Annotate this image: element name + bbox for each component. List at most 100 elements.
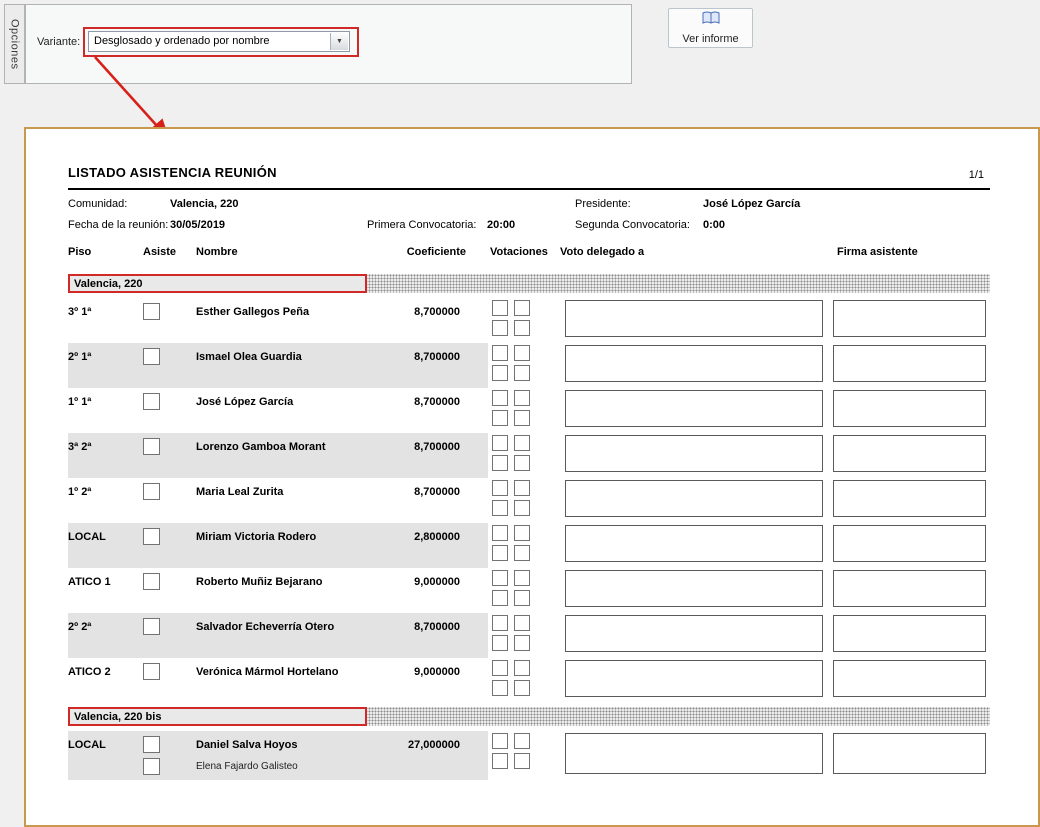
votacion-checkbox[interactable] [514, 390, 530, 406]
report-table-body: Valencia, 220 3º 1ª Esther Gallegos Peña… [68, 274, 990, 780]
votaciones-cell [492, 660, 530, 696]
variante-dropdown[interactable]: Desglosado y ordenado por nombre ▼ [88, 31, 350, 52]
voto-delegado-box[interactable] [565, 615, 823, 652]
asiste-checkbox[interactable] [143, 393, 160, 410]
firma-asistente-box[interactable] [833, 525, 986, 562]
votacion-checkbox[interactable] [492, 435, 508, 451]
options-panel: Variante: Desglosado y ordenado por nomb… [25, 4, 632, 84]
votacion-checkbox[interactable] [492, 635, 508, 651]
chevron-down-icon[interactable]: ▼ [330, 33, 348, 50]
firma-asistente-box[interactable] [833, 660, 986, 697]
votacion-checkbox[interactable] [514, 753, 530, 769]
votacion-checkbox[interactable] [514, 320, 530, 336]
votacion-checkbox[interactable] [492, 345, 508, 361]
votacion-checkbox[interactable] [492, 680, 508, 696]
votacion-checkbox[interactable] [514, 660, 530, 676]
asiste-checkbox[interactable] [143, 528, 160, 545]
piso-text: 2º 2ª [68, 621, 91, 633]
asiste-checkbox[interactable] [143, 618, 160, 635]
column-header-voto-delegado: Voto delegado a [560, 246, 644, 258]
coeficiente-text: 8,700000 [368, 351, 460, 363]
options-side-tab[interactable]: Opciones [4, 4, 25, 84]
voto-delegado-box[interactable] [565, 300, 823, 337]
piso-text: LOCAL [68, 739, 106, 751]
asiste-checkbox[interactable] [143, 348, 160, 365]
asiste-checkbox[interactable] [143, 573, 160, 590]
votacion-checkbox[interactable] [492, 570, 508, 586]
asiste-checkbox[interactable] [143, 736, 160, 753]
votacion-checkbox[interactable] [492, 320, 508, 336]
voto-delegado-box[interactable] [565, 480, 823, 517]
votacion-checkbox[interactable] [514, 733, 530, 749]
votacion-checkbox[interactable] [492, 590, 508, 606]
votacion-checkbox[interactable] [514, 680, 530, 696]
voto-delegado-box[interactable] [565, 660, 823, 697]
votacion-checkbox[interactable] [514, 500, 530, 516]
piso-text: 1º 1ª [68, 396, 91, 408]
votaciones-cell [492, 615, 530, 651]
nombre-text: Roberto Muñiz Bejarano [196, 576, 323, 588]
coeficiente-text: 9,000000 [368, 576, 460, 588]
voto-delegado-box[interactable] [565, 733, 823, 774]
votacion-checkbox[interactable] [514, 635, 530, 651]
row-shade [68, 523, 488, 568]
firma-asistente-box[interactable] [833, 435, 986, 472]
votacion-checkbox[interactable] [492, 733, 508, 749]
votacion-checkbox[interactable] [514, 545, 530, 561]
votacion-checkbox[interactable] [492, 615, 508, 631]
fecha-reunion-value: 30/05/2019 [170, 219, 225, 231]
votacion-checkbox[interactable] [514, 410, 530, 426]
book-icon [702, 11, 720, 30]
votacion-checkbox[interactable] [514, 615, 530, 631]
votacion-checkbox[interactable] [514, 455, 530, 471]
coeficiente-text: 9,000000 [368, 666, 460, 678]
votacion-checkbox[interactable] [514, 570, 530, 586]
voto-delegado-box[interactable] [565, 345, 823, 382]
votacion-checkbox[interactable] [492, 500, 508, 516]
votacion-checkbox[interactable] [514, 590, 530, 606]
voto-delegado-box[interactable] [565, 570, 823, 607]
votacion-checkbox[interactable] [492, 660, 508, 676]
votaciones-cell [492, 345, 530, 381]
firma-asistente-box[interactable] [833, 615, 986, 652]
firma-asistente-box[interactable] [833, 300, 986, 337]
votacion-checkbox[interactable] [514, 435, 530, 451]
votacion-checkbox[interactable] [514, 525, 530, 541]
column-header-coeficiente: Coeficiente [368, 246, 466, 258]
votacion-checkbox[interactable] [492, 410, 508, 426]
ver-informe-button[interactable]: Ver informe [668, 8, 753, 48]
table-row: LOCAL Daniel Salva Hoyos Elena Fajardo G… [68, 731, 990, 780]
asiste-checkbox-secondary[interactable] [143, 758, 160, 775]
votacion-checkbox[interactable] [492, 753, 508, 769]
nombre-secondary-text: Elena Fajardo Galisteo [196, 761, 298, 772]
asiste-checkbox[interactable] [143, 663, 160, 680]
piso-text: 2º 1ª [68, 351, 91, 363]
votacion-checkbox[interactable] [514, 480, 530, 496]
votacion-checkbox[interactable] [492, 455, 508, 471]
voto-delegado-box[interactable] [565, 435, 823, 472]
firma-asistente-box[interactable] [833, 390, 986, 427]
votacion-checkbox[interactable] [492, 390, 508, 406]
votacion-checkbox[interactable] [492, 545, 508, 561]
votaciones-cell [492, 525, 530, 561]
votacion-checkbox[interactable] [514, 365, 530, 381]
nombre-text: Miriam Victoria Rodero [196, 531, 316, 543]
votacion-checkbox[interactable] [492, 365, 508, 381]
votacion-checkbox[interactable] [492, 300, 508, 316]
asiste-checkbox[interactable] [143, 483, 160, 500]
coeficiente-text: 8,700000 [368, 621, 460, 633]
voto-delegado-box[interactable] [565, 390, 823, 427]
votacion-checkbox[interactable] [492, 480, 508, 496]
votacion-checkbox[interactable] [514, 345, 530, 361]
comunidad-value: Valencia, 220 [170, 198, 239, 210]
firma-asistente-box[interactable] [833, 570, 986, 607]
voto-delegado-box[interactable] [565, 525, 823, 562]
votacion-checkbox[interactable] [514, 300, 530, 316]
votacion-checkbox[interactable] [492, 525, 508, 541]
firma-asistente-box[interactable] [833, 345, 986, 382]
asiste-checkbox[interactable] [143, 303, 160, 320]
group-band: Valencia, 220 bis [68, 707, 990, 726]
asiste-checkbox[interactable] [143, 438, 160, 455]
firma-asistente-box[interactable] [833, 733, 986, 774]
firma-asistente-box[interactable] [833, 480, 986, 517]
